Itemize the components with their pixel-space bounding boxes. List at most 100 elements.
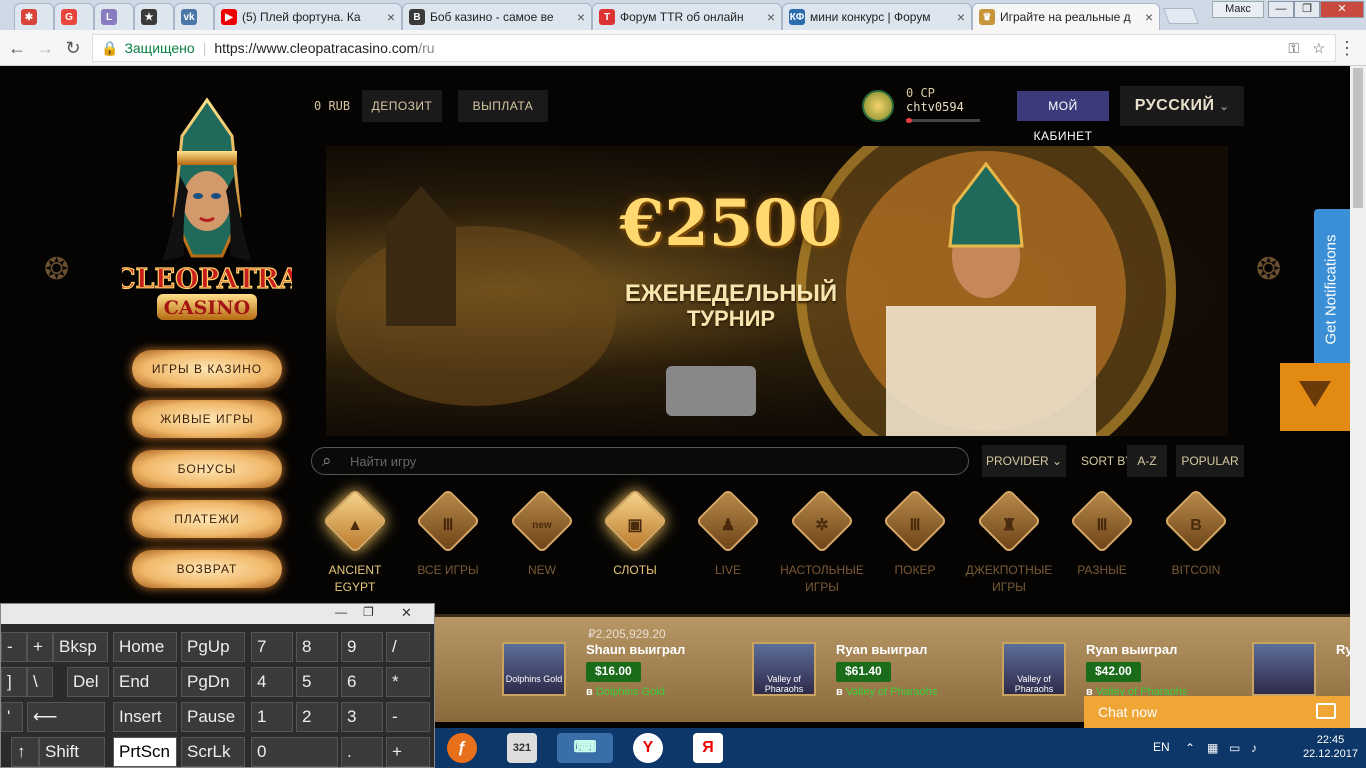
- key-15[interactable]: 5: [296, 667, 338, 697]
- tab-close-icon[interactable]: ×: [387, 9, 395, 25]
- key-11[interactable]: Del: [67, 667, 109, 697]
- key-1[interactable]: + =: [27, 632, 53, 684]
- key-27[interactable]: Shift: [39, 737, 105, 767]
- key-3[interactable]: Home: [113, 632, 177, 662]
- browser-tab[interactable]: КФ мини конкурс | Форум ×: [782, 3, 972, 30]
- cleopatra-logo[interactable]: CLEOPATRA CASINO: [122, 96, 292, 326]
- firefox-icon[interactable]: ƒ: [447, 733, 477, 763]
- browser-tab[interactable]: ★: [134, 3, 174, 30]
- key-9[interactable]: ]: [1, 667, 27, 697]
- system-clock[interactable]: 22:45 22.12.2017: [1303, 733, 1358, 761]
- volume-icon[interactable]: ♪: [1251, 741, 1257, 755]
- key-5[interactable]: 7: [251, 632, 293, 662]
- key-23[interactable]: 2: [296, 702, 338, 732]
- category-10[interactable]: B BITCOIN: [1151, 488, 1241, 579]
- minimize-button[interactable]: —: [1268, 1, 1294, 18]
- sidebar-item-refund[interactable]: ВОЗВРАТ: [132, 550, 282, 588]
- browser-tab[interactable]: ▶ (5) Плей фортуна. Ка ×: [214, 3, 402, 30]
- language-selector[interactable]: РУССКИЙ ⌄: [1120, 86, 1244, 126]
- url-field[interactable]: 🔒 Защищено | https://www.cleopatracasino…: [92, 34, 1336, 62]
- key-10[interactable]: \: [27, 667, 53, 697]
- keyboard-minimize-button[interactable]: —: [335, 605, 347, 619]
- reload-icon[interactable]: ↻: [62, 37, 84, 59]
- scrollbar-thumb[interactable]: [1353, 68, 1363, 208]
- new-tab-button[interactable]: [1163, 8, 1199, 24]
- key-30[interactable]: 0: [251, 737, 338, 767]
- browser-tab[interactable]: G: [54, 3, 94, 30]
- sort-popular-button[interactable]: POPULAR: [1176, 445, 1244, 477]
- browser-tab[interactable]: L: [94, 3, 134, 30]
- browser-tab[interactable]: T Форум TTR об онлайн ×: [592, 3, 782, 30]
- get-notifications-button[interactable]: Get Notifications: [1314, 209, 1350, 389]
- close-window-button[interactable]: ✕: [1320, 1, 1364, 18]
- key-28[interactable]: PrtScn: [113, 737, 177, 767]
- key-13[interactable]: PgDn: [181, 667, 245, 697]
- key-18[interactable]: ': [1, 702, 23, 732]
- promo-widget[interactable]: [1280, 363, 1350, 431]
- game-thumbnail[interactable]: [1252, 642, 1316, 696]
- search-field[interactable]: ⌕ Найти игру: [311, 447, 969, 475]
- battery-icon[interactable]: ▭: [1229, 741, 1240, 755]
- menu-icon[interactable]: ⋮: [1336, 37, 1358, 59]
- sort-az-button[interactable]: A-Z: [1127, 445, 1167, 477]
- key-6[interactable]: 8: [296, 632, 338, 662]
- key-4[interactable]: PgUp: [181, 632, 245, 662]
- browser-tab[interactable]: ✱: [14, 3, 54, 30]
- keyboard-app-icon[interactable]: ⌨: [557, 733, 613, 763]
- game-thumbnail[interactable]: Valley of Pharaohs: [1002, 642, 1066, 696]
- key-26[interactable]: ↑: [11, 737, 39, 767]
- category-8[interactable]: ♜ ДЖЕКПОТНЫЕ ИГРЫ: [964, 488, 1054, 596]
- key-14[interactable]: 4: [251, 667, 293, 697]
- category-7[interactable]: Ⅲ ПОКЕР: [870, 488, 960, 579]
- back-icon[interactable]: ←: [6, 37, 28, 59]
- category-4[interactable]: ▣ СЛОТЫ: [590, 488, 680, 579]
- deposit-button[interactable]: ДЕПОЗИТ: [362, 90, 442, 122]
- keyboard-maximize-button[interactable]: ❐: [363, 605, 374, 619]
- tray-chevron-icon[interactable]: ⌃: [1185, 741, 1195, 755]
- tab-close-icon[interactable]: ×: [767, 9, 775, 25]
- key-24[interactable]: 3: [341, 702, 383, 732]
- category-5[interactable]: ♟ LIVE: [683, 488, 773, 579]
- key-29[interactable]: ScrLk: [181, 737, 245, 767]
- key-20[interactable]: Insert: [113, 702, 177, 732]
- language-indicator[interactable]: EN: [1153, 740, 1170, 754]
- network-icon[interactable]: ▦: [1207, 741, 1218, 755]
- tab-close-icon[interactable]: ×: [957, 9, 965, 25]
- media-player-icon[interactable]: 321: [507, 733, 537, 763]
- key-21[interactable]: Pause: [181, 702, 245, 732]
- category-9[interactable]: Ⅲ РАЗНЫЕ: [1057, 488, 1147, 579]
- game-thumbnail[interactable]: Valley of Pharaohs: [752, 642, 816, 696]
- key-25[interactable]: -: [386, 702, 430, 732]
- key-icon[interactable]: ⚿: [1288, 40, 1299, 57]
- sidebar-item-payments[interactable]: ПЛАТЕЖИ: [132, 500, 282, 538]
- forward-icon[interactable]: →: [34, 37, 56, 59]
- sidebar-item-casino-games[interactable]: ИГРЫ В КАЗИНО: [132, 350, 282, 388]
- browser-tab[interactable]: vk: [174, 3, 214, 30]
- key-22[interactable]: 1: [251, 702, 293, 732]
- key-19[interactable]: ⟵: [27, 702, 105, 732]
- provider-filter[interactable]: PROVIDER ⌄: [982, 445, 1066, 477]
- profile-button[interactable]: Макс: [1212, 1, 1264, 18]
- key-8[interactable]: /: [386, 632, 430, 662]
- key-0[interactable]: -: [1, 632, 27, 662]
- browser-tab[interactable]: ♛ Играйте на реальные д ×: [972, 3, 1160, 30]
- key-32[interactable]: +: [386, 737, 430, 767]
- key-17[interactable]: *: [386, 667, 430, 697]
- tab-close-icon[interactable]: ×: [577, 9, 585, 25]
- category-3[interactable]: new NEW: [497, 488, 587, 579]
- my-cabinet-button[interactable]: МОЙ КАБИНЕТ: [1017, 91, 1109, 143]
- withdraw-button[interactable]: ВЫПЛАТА: [458, 90, 548, 122]
- chat-now-button[interactable]: Chat now: [1084, 696, 1350, 728]
- tournament-banner[interactable]: €2500 ЕЖЕНЕДЕЛЬНЫЙ ТУРНИР: [326, 146, 1228, 436]
- yandex-browser-icon[interactable]: Y: [633, 733, 663, 763]
- browser-tab[interactable]: B Боб казино - самое ве ×: [402, 3, 592, 30]
- sidebar-item-bonuses[interactable]: БОНУСЫ: [132, 450, 282, 488]
- game-thumbnail[interactable]: Dolphins Gold: [502, 642, 566, 696]
- category-1[interactable]: ▲ ANCIENT EGYPT: [310, 488, 400, 596]
- tab-close-icon[interactable]: ×: [1145, 9, 1153, 25]
- category-6[interactable]: ✲ НАСТОЛЬНЫЕ ИГРЫ: [777, 488, 867, 596]
- yandex-icon[interactable]: Я: [693, 733, 723, 763]
- key-16[interactable]: 6: [341, 667, 383, 697]
- key-7[interactable]: 9: [341, 632, 383, 662]
- key-12[interactable]: End: [113, 667, 177, 697]
